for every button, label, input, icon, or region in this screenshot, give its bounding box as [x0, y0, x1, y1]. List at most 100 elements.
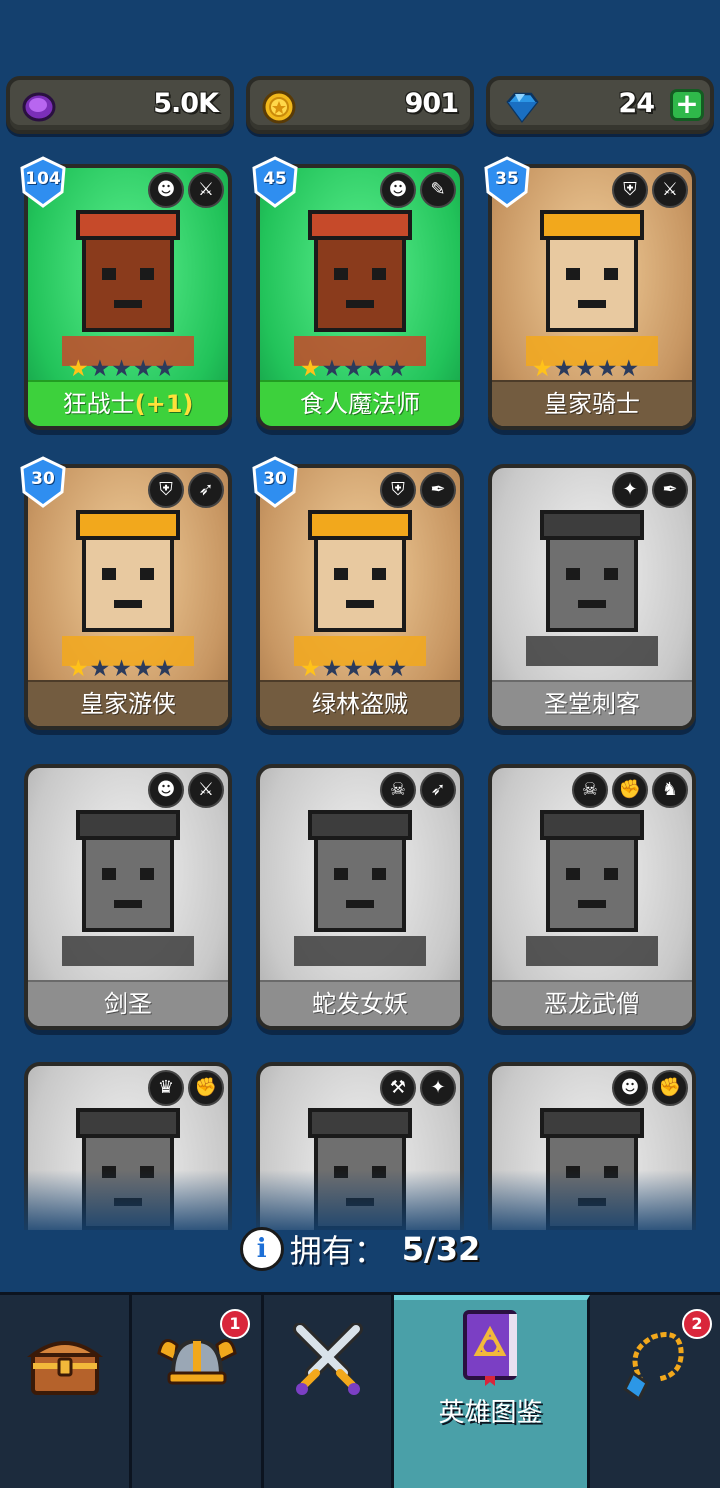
hero-name: 食人魔法师 [300, 390, 420, 418]
hero-card[interactable]: ☠ ➶ 蛇发女妖 [256, 764, 464, 1030]
helmet-tab-badge: 1 [220, 1309, 250, 1339]
helmet-class-icon: ⛨ [380, 472, 416, 508]
level-badge: 35 [482, 156, 532, 208]
hero-roles: ⚒ ✦ [380, 1070, 456, 1106]
bow-icon: ➶ [188, 472, 224, 508]
star-empty-icon: ★ [89, 656, 111, 682]
hero-name-bar: 恶龙武僧 [492, 980, 692, 1026]
star-empty-icon: ★ [364, 656, 386, 682]
hero-roles: ⛨ ✒ [380, 472, 456, 508]
hero-book-icon [462, 1310, 517, 1386]
hero-portrait [526, 210, 658, 366]
level-value: 45 [263, 169, 287, 189]
hero-name-bar: 狂战士(+1) [28, 380, 228, 426]
star-rating: ★ ★ ★ ★ ★ [300, 656, 407, 682]
ogre-class-icon: ☻ [612, 1070, 648, 1106]
fist-icon: ✊ [652, 1070, 688, 1106]
hero-roles: ⛨ ➶ [148, 472, 224, 508]
hero-grid: 104 ☻ ⚔ ★ ★ ★ ★ ★ 狂战士(+1) 45 ☻ ✎ ★ ★ ★ ★ ★ 食人魔法师 35 ⛨ ⚔ ★ ★ ★ ★ ★… [0, 0, 720, 1230]
star-empty-icon: ★ [321, 356, 343, 382]
hero-name: 皇家骑士 [544, 390, 640, 418]
hero-roles: ☠ ✊ ♞ [572, 772, 688, 808]
staff-icon: ✎ [420, 172, 456, 208]
bottom-nav: 1 英雄图鉴 2 [0, 1292, 720, 1488]
star-filled-icon: ★ [532, 356, 553, 382]
star-empty-icon: ★ [89, 356, 111, 382]
tab-battle[interactable] [264, 1295, 394, 1488]
fist-icon: ✊ [188, 1070, 224, 1106]
level-badge: 45 [250, 156, 300, 208]
wings-class-icon: ✦ [420, 1070, 456, 1106]
level-badge: 104 [18, 156, 68, 208]
hero-name: 狂战士 [62, 390, 135, 418]
hero-card[interactable]: ✦ ✒ 圣堂刺客 [488, 464, 696, 730]
tab-shop[interactable] [0, 1295, 132, 1488]
hero-name-bar: 绿林盗贼 [260, 680, 460, 726]
ogre-class-icon: ☻ [148, 172, 184, 208]
helmet-class-icon: ⛨ [612, 172, 648, 208]
star-empty-icon: ★ [575, 356, 596, 382]
star-empty-icon: ★ [343, 356, 364, 382]
amulet-icon [623, 1332, 684, 1401]
hero-name: 蛇发女妖 [312, 990, 408, 1018]
hero-card[interactable]: ☻ ⚔ 剑圣 [24, 764, 232, 1030]
hero-name: 恶龙武僧 [544, 990, 640, 1018]
star-rating: ★ ★ ★ ★ ★ [532, 356, 639, 382]
dagger-icon: ✒ [420, 472, 456, 508]
demon-class-icon: ☠ [572, 772, 608, 808]
hero-name: 皇家游侠 [80, 690, 176, 718]
level-badge: 30 [18, 456, 68, 508]
hammer-icon: ⚒ [380, 1070, 416, 1106]
hero-name: 圣堂刺客 [544, 690, 640, 718]
tab-equipment[interactable]: 2 [590, 1295, 720, 1488]
bow-icon: ➶ [420, 772, 456, 808]
star-empty-icon: ★ [618, 356, 640, 382]
star-empty-icon: ★ [386, 356, 408, 382]
hero-roles: ☻ ⚔ [148, 772, 224, 808]
star-empty-icon: ★ [596, 356, 618, 382]
hero-portrait [294, 810, 426, 966]
hero-portrait [62, 510, 194, 666]
hero-name-bar: 剑圣 [28, 980, 228, 1026]
ogre-class-icon: ☻ [380, 172, 416, 208]
hero-name-bar: 皇家游侠 [28, 680, 228, 726]
tab-heroes-helmet[interactable]: 1 [132, 1295, 264, 1488]
star-empty-icon: ★ [364, 356, 386, 382]
hero-name-bar: 圣堂刺客 [492, 680, 692, 726]
demon-class-icon: ☠ [380, 772, 416, 808]
star-empty-icon: ★ [154, 656, 176, 682]
ogre-class-icon: ☻ [148, 772, 184, 808]
dragon-icon: ♞ [652, 772, 688, 808]
sword-icon: ⚔ [188, 772, 224, 808]
star-empty-icon: ★ [386, 656, 408, 682]
star-rating: ★ ★ ★ ★ ★ [68, 656, 175, 682]
sword-icon: ⚔ [188, 172, 224, 208]
dagger-icon: ✒ [652, 472, 688, 508]
star-empty-icon: ★ [553, 356, 575, 382]
owned-counter: i 拥有： 5/32 [0, 1226, 720, 1276]
star-empty-icon: ★ [132, 356, 154, 382]
hero-name: 剑圣 [104, 990, 152, 1018]
hero-portrait [294, 510, 426, 666]
hero-roles: ☻ ⚔ [148, 172, 224, 208]
info-icon[interactable]: i [239, 1227, 284, 1271]
star-empty-icon: ★ [154, 356, 176, 382]
hero-portrait [294, 210, 426, 366]
tab-hero-book-label: 英雄图鉴 [438, 1398, 543, 1428]
elf-class-icon: ♛ [148, 1070, 184, 1106]
hero-name-bar: 蛇发女妖 [260, 980, 460, 1026]
hero-roles: ☻ ✎ [380, 172, 456, 208]
tab-hero-book[interactable]: 英雄图鉴 [394, 1295, 590, 1488]
hero-roles: ☻ ✊ [612, 1070, 688, 1106]
sword-icon: ⚔ [652, 172, 688, 208]
hero-card[interactable]: ☠ ✊ ♞ 恶龙武僧 [488, 764, 696, 1030]
owned-value: 5/32 [401, 1230, 481, 1268]
hero-portrait [62, 210, 194, 366]
wings-class-icon: ✦ [612, 472, 648, 508]
fist-icon: ✊ [612, 772, 648, 808]
star-empty-icon: ★ [343, 656, 364, 682]
level-value: 35 [495, 169, 519, 189]
star-filled-icon: ★ [300, 356, 321, 382]
hero-name-bar: 皇家骑士 [492, 380, 692, 426]
star-filled-icon: ★ [68, 356, 89, 382]
